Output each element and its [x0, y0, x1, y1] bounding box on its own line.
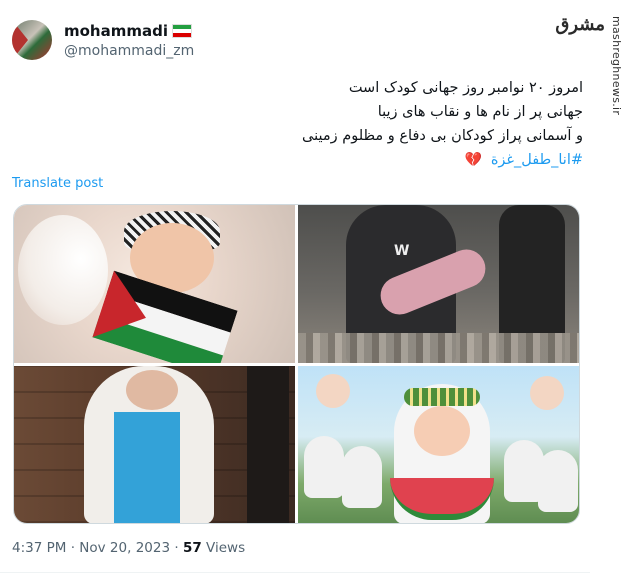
views-count: 57 — [182, 540, 202, 556]
author-display-name[interactable]: mohammadi — [64, 22, 168, 40]
tweet-line: و آسمانی پراز کودکان بی دفاع و مظلوم زمی… — [302, 128, 583, 144]
avatar[interactable] — [12, 20, 52, 60]
watermark-url: mashreghnews.ir — [610, 16, 623, 116]
iran-flag-icon — [172, 24, 192, 38]
broken-heart-icon: 💔 — [464, 152, 483, 168]
meta-separator: · — [174, 540, 179, 556]
tweet-text: امروز ۲۰ نوامبر روز جهانی کودک است جهانی… — [63, 76, 583, 172]
tweet-meta: 4:37 PM · Nov 20, 2023 · 57 Views — [12, 540, 245, 556]
post-date[interactable]: Nov 20, 2023 — [79, 540, 170, 556]
tweet-line: امروز ۲۰ نوامبر روز جهانی کودک است — [348, 80, 583, 96]
author-name-row[interactable]: mohammadi — [64, 22, 192, 40]
watermark: مشرق mashreghnews.ir — [555, 0, 629, 574]
tweet-hashtag-line: #انا_طفل_غزة 💔 — [63, 148, 583, 172]
media-image-2[interactable]: W — [298, 205, 579, 363]
meta-separator: · — [70, 540, 75, 556]
media-image-3[interactable] — [14, 365, 295, 523]
tweet-line: جهانی پر از نام ها و نقاب های زیبا — [377, 104, 583, 120]
media-image-4[interactable] — [298, 365, 579, 523]
post-time[interactable]: 4:37 PM — [12, 540, 66, 556]
watermark-logo: مشرق — [555, 14, 605, 35]
media-image-1[interactable] — [14, 205, 295, 363]
author-handle[interactable]: @mohammadi_zm — [64, 43, 194, 59]
media-grid: W — [13, 204, 580, 524]
translate-post-link[interactable]: Translate post — [12, 176, 103, 191]
divider — [0, 572, 590, 573]
views-label: Views — [206, 540, 246, 556]
hashtag-link[interactable]: #انا_طفل_غزة — [491, 152, 583, 168]
